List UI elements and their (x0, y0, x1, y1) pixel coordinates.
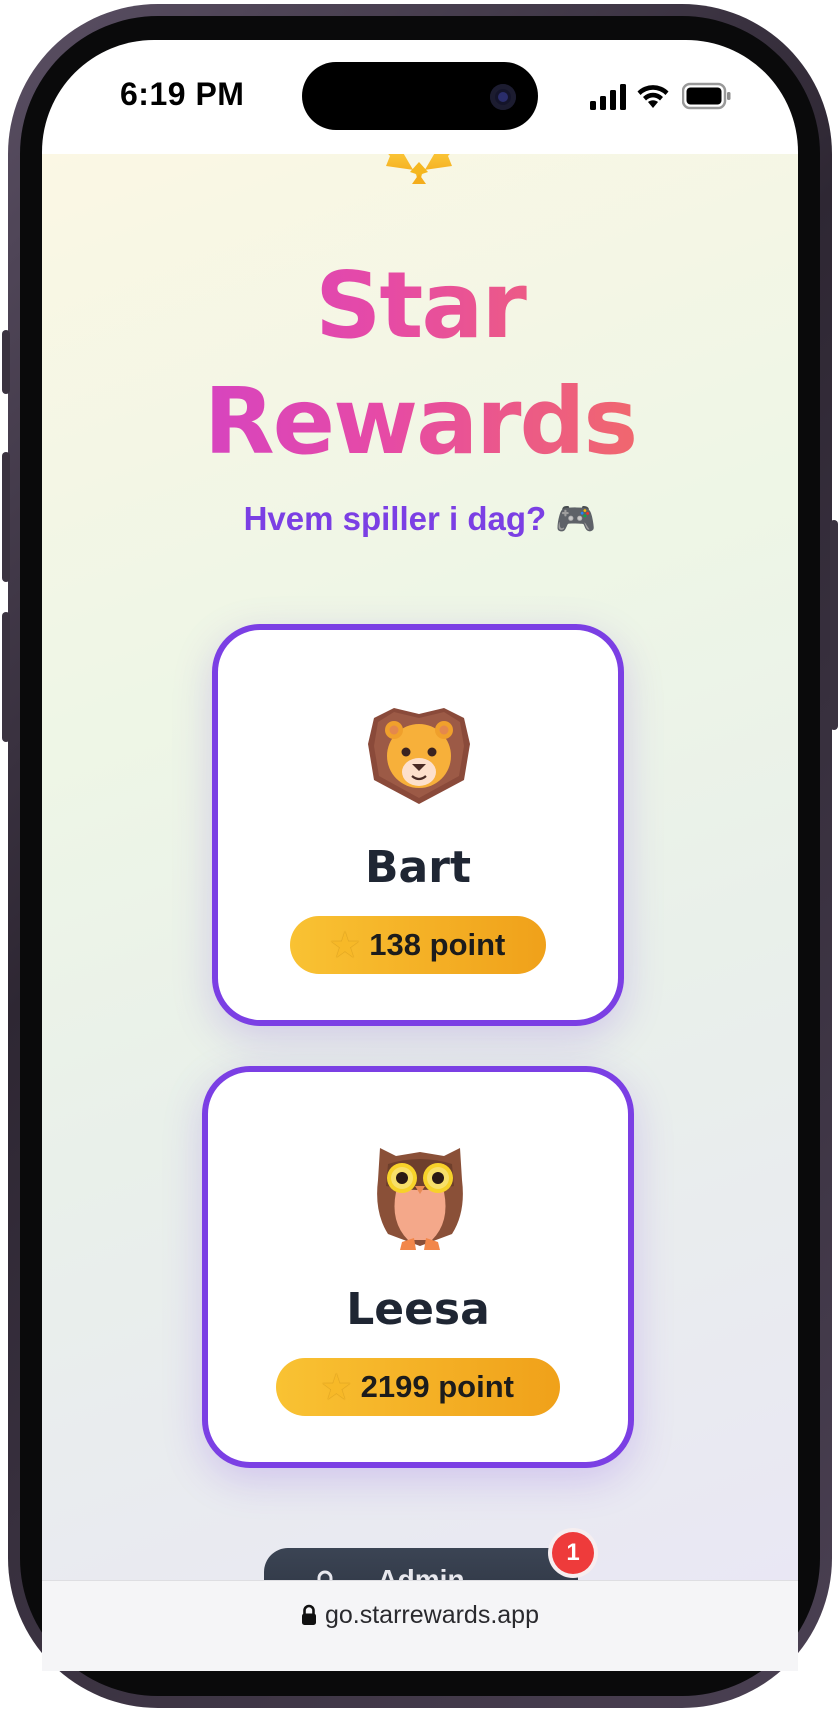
points-pill: ★ 2199 point (276, 1358, 560, 1416)
lock-icon (301, 1604, 316, 1625)
owl-icon (377, 1148, 463, 1250)
player-card-bart[interactable]: Bart ★ 138 point (212, 624, 624, 1026)
wifi-icon (637, 85, 669, 108)
volume-down-button (2, 612, 10, 742)
points-label: 138 point (369, 927, 506, 962)
star-logo-icon (386, 154, 452, 184)
signal-icon (590, 84, 626, 110)
status-time: 6:19 PM (120, 76, 245, 112)
app-subtitle: Hvem spiller i dag? 🎮 (243, 500, 597, 537)
player-name: Bart (365, 842, 471, 893)
front-camera (490, 84, 516, 110)
lion-face-icon (368, 708, 470, 804)
points-label: 2199 point (360, 1369, 514, 1404)
action-button (2, 330, 10, 394)
app-title-line1: Star (42, 246, 798, 366)
url-row: go.starrewards.app (42, 1601, 798, 1630)
battery-icon (682, 82, 731, 110)
admin-button-label: Admin (377, 1564, 465, 1580)
app-title-line2: Rewards (42, 362, 798, 482)
star-icon: ★ (321, 1369, 351, 1405)
notification-badge: 1 (552, 1532, 594, 1574)
player-name: Leesa (346, 1284, 490, 1335)
player-card-leesa[interactable]: Leesa ★ 2199 point (202, 1066, 634, 1468)
admin-button[interactable]: Admin (264, 1548, 578, 1580)
volume-up-button (2, 452, 10, 582)
star-icon: ★ (330, 927, 360, 963)
points-pill: ★ 138 point (290, 916, 546, 974)
app-content: Star Rewards Hvem spiller i dag? 🎮 Bart … (42, 154, 798, 1580)
browser-url-bar[interactable]: go.starrewards.app (42, 1580, 798, 1671)
power-button (830, 520, 838, 730)
url-text: go.starrewards.app (324, 1601, 539, 1629)
